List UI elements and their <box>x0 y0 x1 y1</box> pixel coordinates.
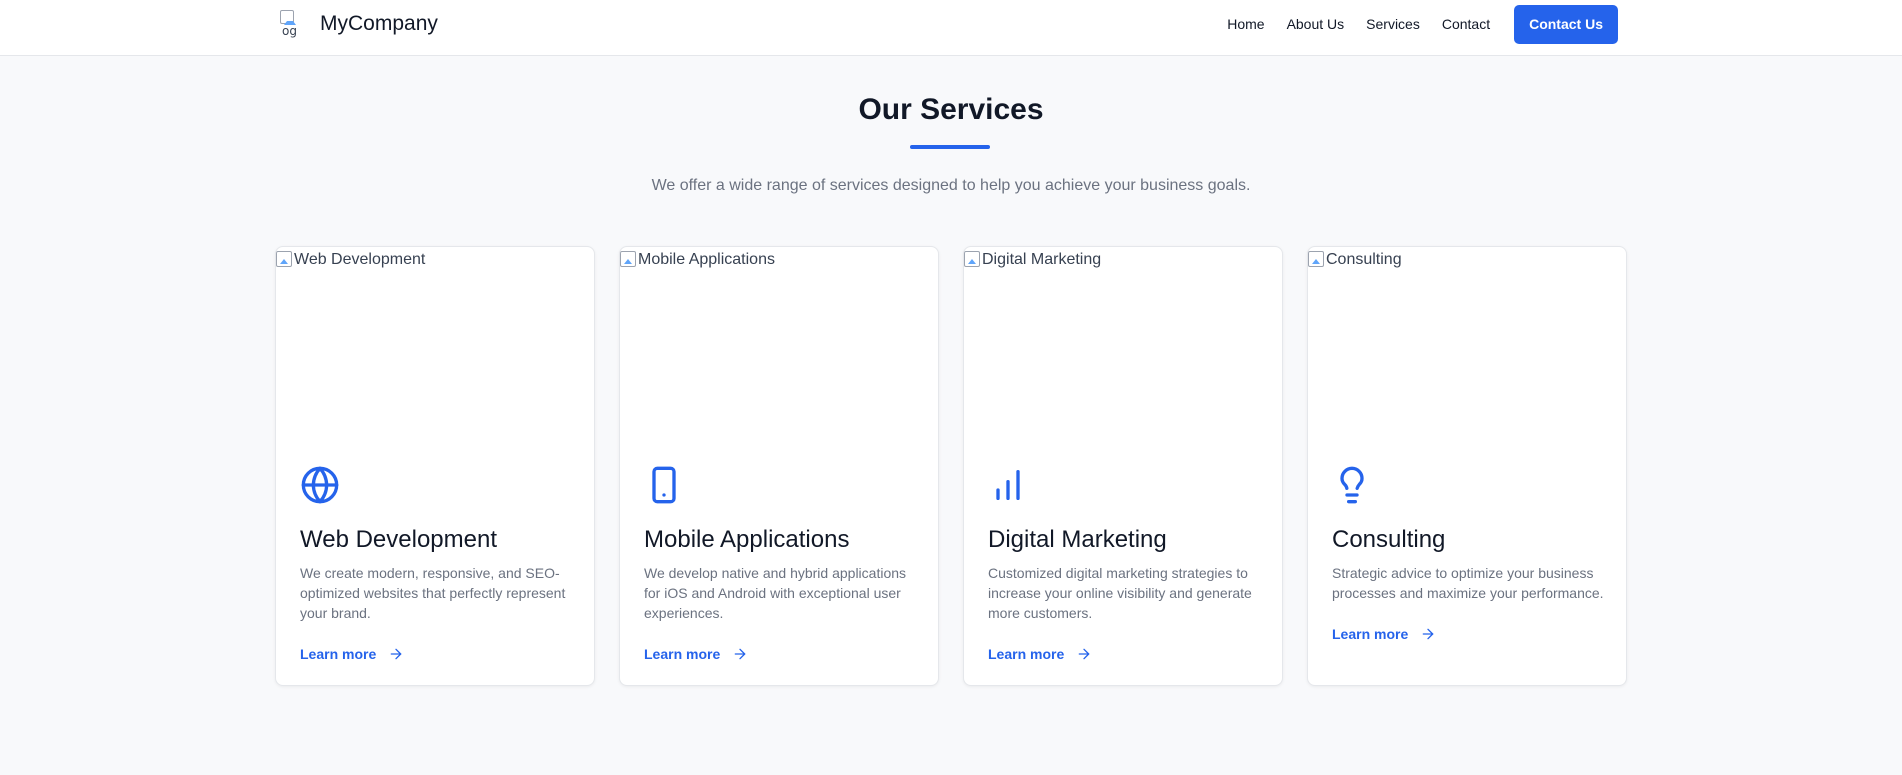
smartphone-icon <box>644 465 684 505</box>
card-image: Web Development <box>276 247 594 427</box>
service-card-web-development: Web Development Web Development We creat… <box>275 246 595 686</box>
arrow-right-icon <box>1078 648 1090 660</box>
broken-image-icon <box>620 251 636 267</box>
card-image-alt: Consulting <box>1326 251 1402 268</box>
learn-more-link[interactable]: Learn more <box>1332 626 1608 642</box>
service-card-consulting: Consulting Consulting Strategic advice t… <box>1307 246 1627 686</box>
broken-image-icon <box>964 251 980 267</box>
section-title: Our Services <box>858 93 1044 126</box>
card-image-alt: Mobile Applications <box>638 251 775 268</box>
title-underline <box>910 145 990 149</box>
card-description: Customized digital marketing strategies … <box>988 564 1252 621</box>
learn-more-label: Learn more <box>988 645 1065 662</box>
site-header: og MyCompany Home About Us Services Cont… <box>0 0 1902 56</box>
card-title: Mobile Applications <box>644 526 850 553</box>
nav-contact[interactable]: Contact <box>1442 16 1490 32</box>
card-body: Web Development We create modern, respon… <box>300 465 576 662</box>
card-image: Mobile Applications <box>620 247 938 427</box>
card-description: We create modern, responsive, and SEO-op… <box>300 564 566 621</box>
learn-more-link[interactable]: Learn more <box>300 646 576 662</box>
logo-link[interactable]: og MyCompany <box>280 8 438 40</box>
card-image-alt: Digital Marketing <box>982 251 1102 268</box>
card-body: Mobile Applications We develop native an… <box>644 465 920 662</box>
logo-image: og <box>280 10 308 38</box>
card-title: Digital Marketing <box>988 526 1167 553</box>
section-subtitle: We offer a wide range of services design… <box>651 177 1251 194</box>
card-description: Strategic advice to optimize your busine… <box>1332 564 1604 601</box>
logo-alt-text: og <box>282 24 297 38</box>
card-body: Consulting Strategic advice to optimize … <box>1332 465 1608 642</box>
arrow-right-icon <box>390 648 402 660</box>
card-image: Digital Marketing <box>964 247 1282 427</box>
main-nav: Home About Us Services Contact Contact U… <box>1227 4 1618 44</box>
nav-services[interactable]: Services <box>1366 16 1420 32</box>
learn-more-link[interactable]: Learn more <box>988 646 1264 662</box>
card-image-alt: Web Development <box>294 251 426 268</box>
learn-more-link[interactable]: Learn more <box>644 646 920 662</box>
nav-about-us[interactable]: About Us <box>1287 16 1345 32</box>
globe-icon <box>300 465 340 505</box>
bar-chart-icon <box>988 465 1028 505</box>
card-description: We develop native and hybrid application… <box>644 564 907 621</box>
broken-image-icon <box>1308 251 1324 267</box>
contact-us-button[interactable]: Contact Us <box>1514 4 1618 44</box>
service-card-digital-marketing: Digital Marketing Digital Marketing Cust… <box>963 246 1283 686</box>
broken-image-icon <box>280 10 296 25</box>
services-grid: Web Development Web Development We creat… <box>275 246 1627 686</box>
arrow-right-icon <box>1422 628 1434 640</box>
card-title: Web Development <box>300 526 497 553</box>
card-image: Consulting <box>1308 247 1626 427</box>
card-title: Consulting <box>1332 526 1446 553</box>
nav-home[interactable]: Home <box>1227 16 1264 32</box>
brand-name[interactable]: MyCompany <box>320 12 438 36</box>
lightbulb-icon <box>1332 465 1372 505</box>
learn-more-label: Learn more <box>1332 625 1409 642</box>
learn-more-label: Learn more <box>300 645 377 662</box>
card-body: Digital Marketing Customized digital mar… <box>988 465 1264 662</box>
service-card-mobile-applications: Mobile Applications Mobile Applications … <box>619 246 939 686</box>
learn-more-label: Learn more <box>644 645 721 662</box>
broken-image-icon <box>276 251 292 267</box>
arrow-right-icon <box>734 648 746 660</box>
